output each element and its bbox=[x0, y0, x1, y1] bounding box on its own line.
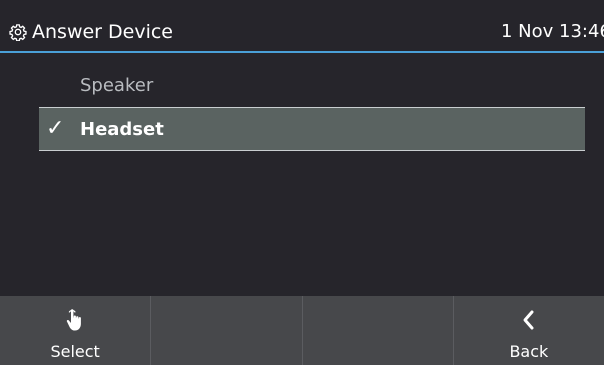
option-label: Headset bbox=[80, 119, 164, 140]
softkey-bar: Select Back bbox=[0, 296, 604, 365]
clock: 1 Nov 13:46 bbox=[501, 21, 604, 42]
title-bar: Answer Device 1 Nov 13:46 bbox=[0, 0, 604, 53]
page-title: Answer Device bbox=[32, 21, 173, 43]
softkey-empty-2[interactable] bbox=[151, 296, 303, 365]
softkey-empty-3[interactable] bbox=[303, 296, 454, 365]
answer-device-screen: Answer Device 1 Nov 13:46 Speaker ✓ Head… bbox=[0, 0, 604, 365]
softkey-select[interactable]: Select bbox=[0, 296, 152, 365]
softkey-label: Select bbox=[50, 342, 100, 361]
check-icon: ✓ bbox=[46, 116, 65, 141]
hand-pointer-icon bbox=[66, 309, 82, 331]
option-speaker[interactable]: Speaker bbox=[39, 64, 585, 108]
option-headset[interactable]: ✓ Headset bbox=[39, 107, 585, 151]
gear-icon bbox=[9, 24, 27, 41]
softkey-back[interactable]: Back bbox=[454, 296, 604, 365]
option-label: Speaker bbox=[80, 75, 154, 96]
softkey-label: Back bbox=[509, 342, 549, 361]
chevron-left-icon bbox=[523, 310, 534, 330]
